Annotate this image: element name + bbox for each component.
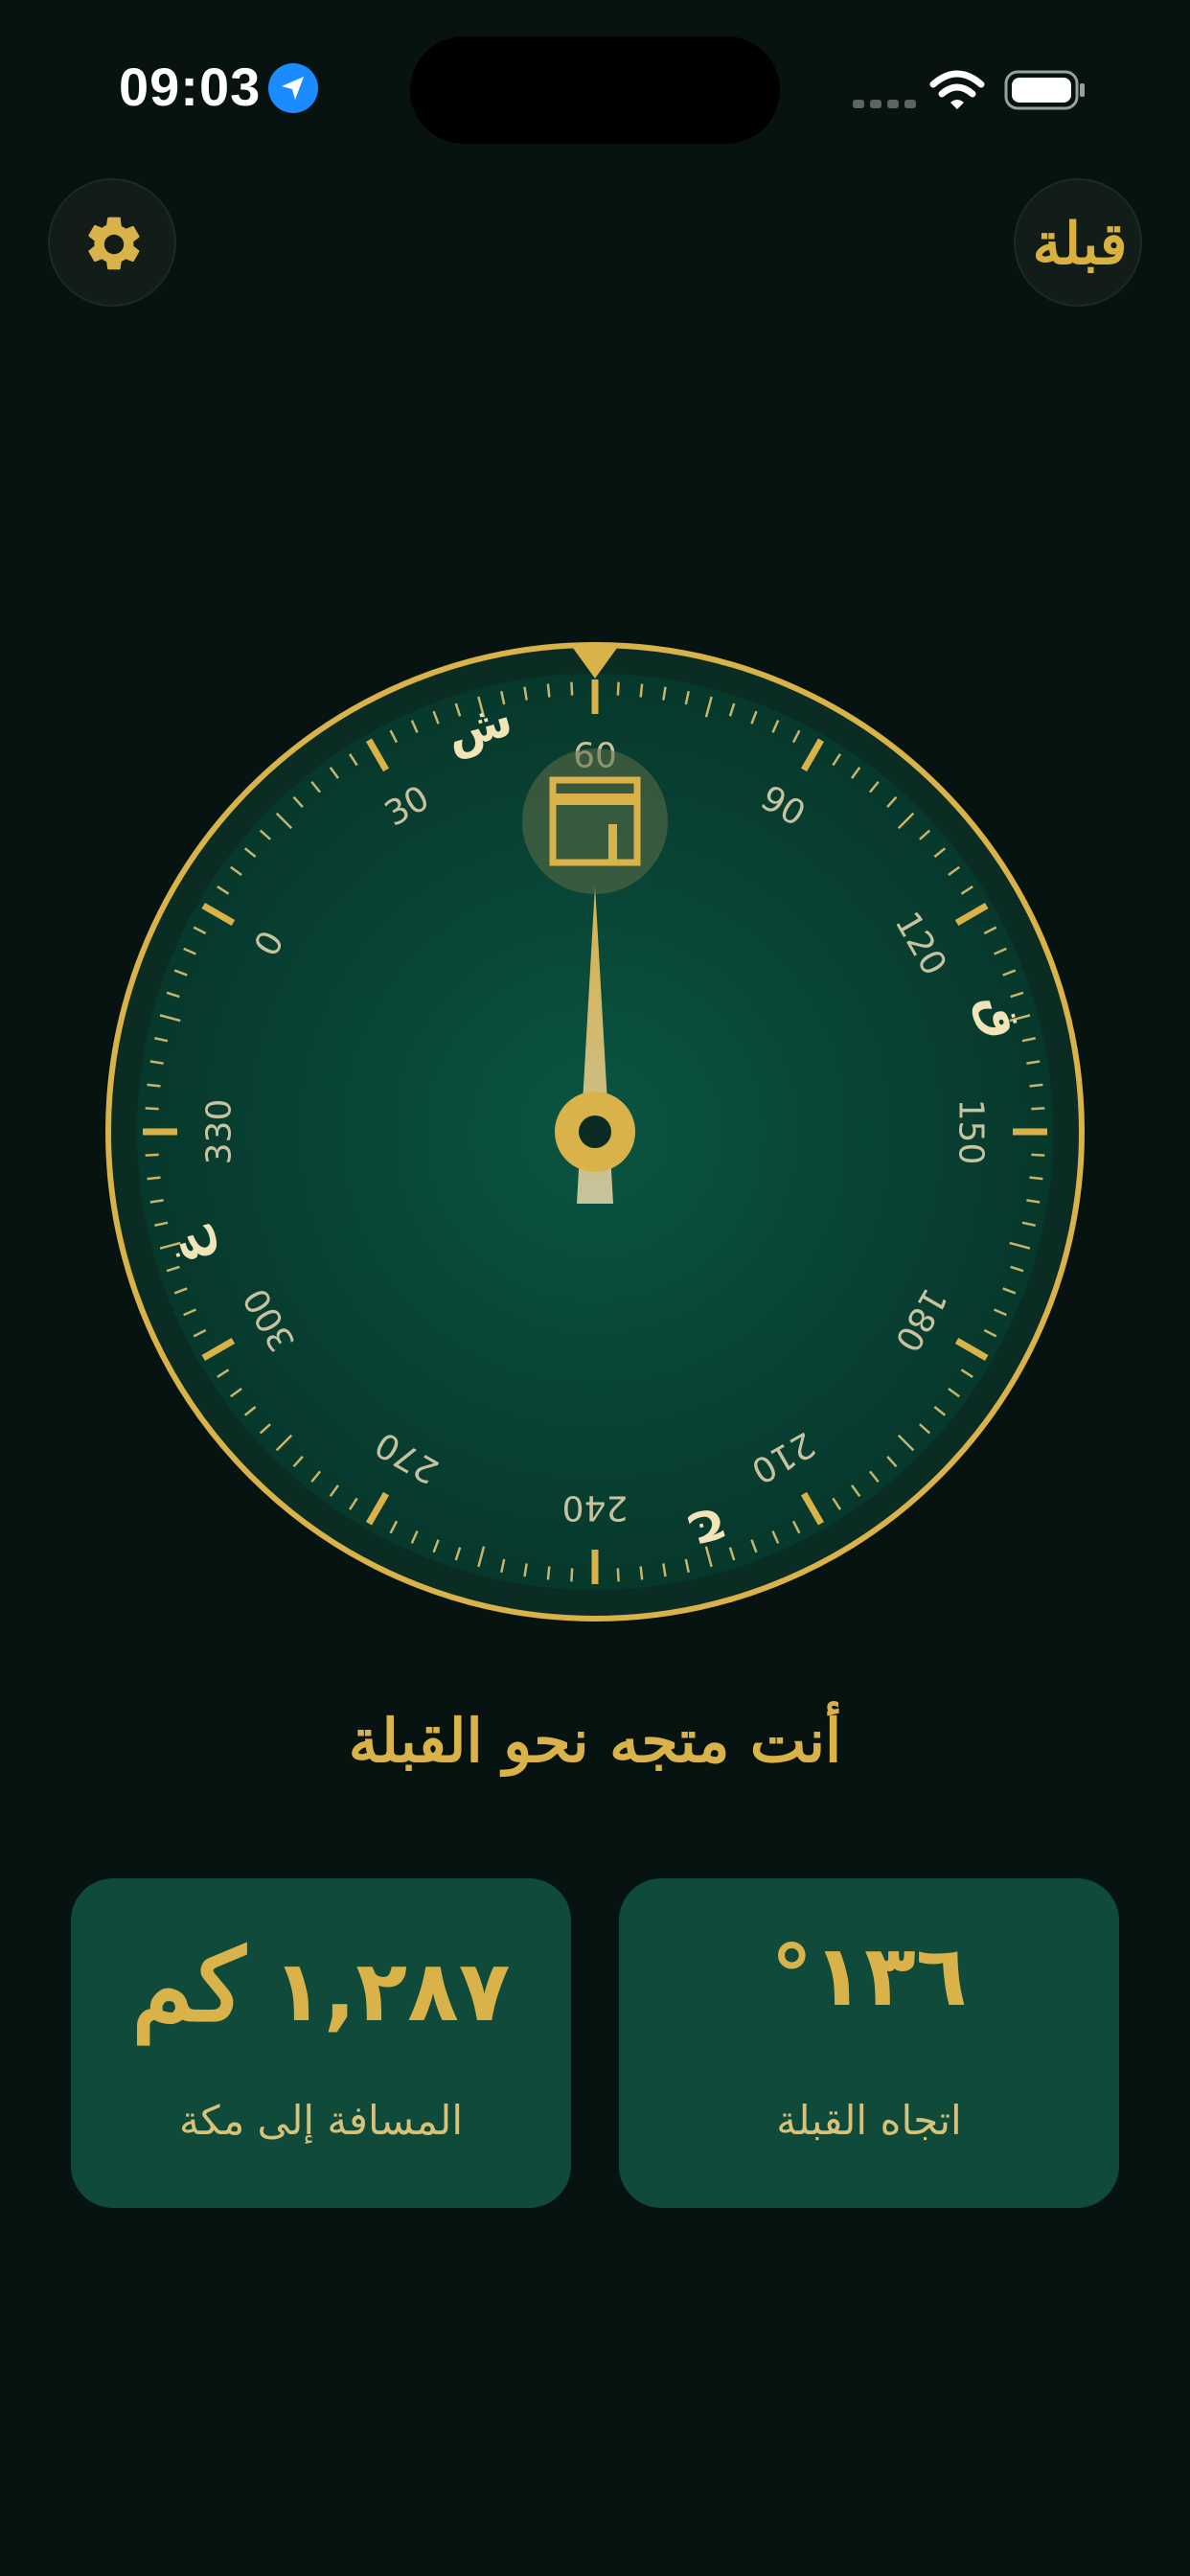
location-arrow-icon [268,63,318,113]
distance-value-row: ١,٢٨٧ كم [71,1926,571,2044]
distance-unit: كم [131,1926,246,2044]
app-logo-button[interactable]: قبلة [1014,178,1142,307]
status-time: 09:03 [119,57,262,117]
distance-card: ١,٢٨٧ كم المسافة إلى مكة [71,1878,571,2208]
settings-button[interactable] [48,178,176,307]
direction-card: ١٣٦° اتجاه القبلة [619,1878,1119,2208]
gear-icon [88,217,140,270]
qibla-compass: 0306090120150180210240270300330 شقجغ [105,642,1085,1622]
app-logo-text: قبلة [1032,211,1128,278]
distance-value: ١,٢٨٧ [272,1942,511,2040]
direction-label: اتجاه القبلة [776,2097,962,2144]
status-bar: 09:03 [0,0,1190,182]
kaaba-badge [522,748,668,894]
needle-hub-center [579,1116,611,1148]
qibla-status-message: أنت متجه نحو القبلة [348,1706,842,1776]
distance-label: المسافة إلى مكة [179,2097,463,2144]
cellular-signal-icon [853,100,916,108]
tick-label: 240 [562,1488,629,1528]
tick-label: 150 [950,1099,990,1165]
wifi-icon [929,70,985,109]
battery-icon [1004,70,1085,110]
direction-value: ١٣٦° [770,1926,968,2025]
dynamic-island [410,36,780,144]
tick-label: 330 [199,1099,239,1165]
